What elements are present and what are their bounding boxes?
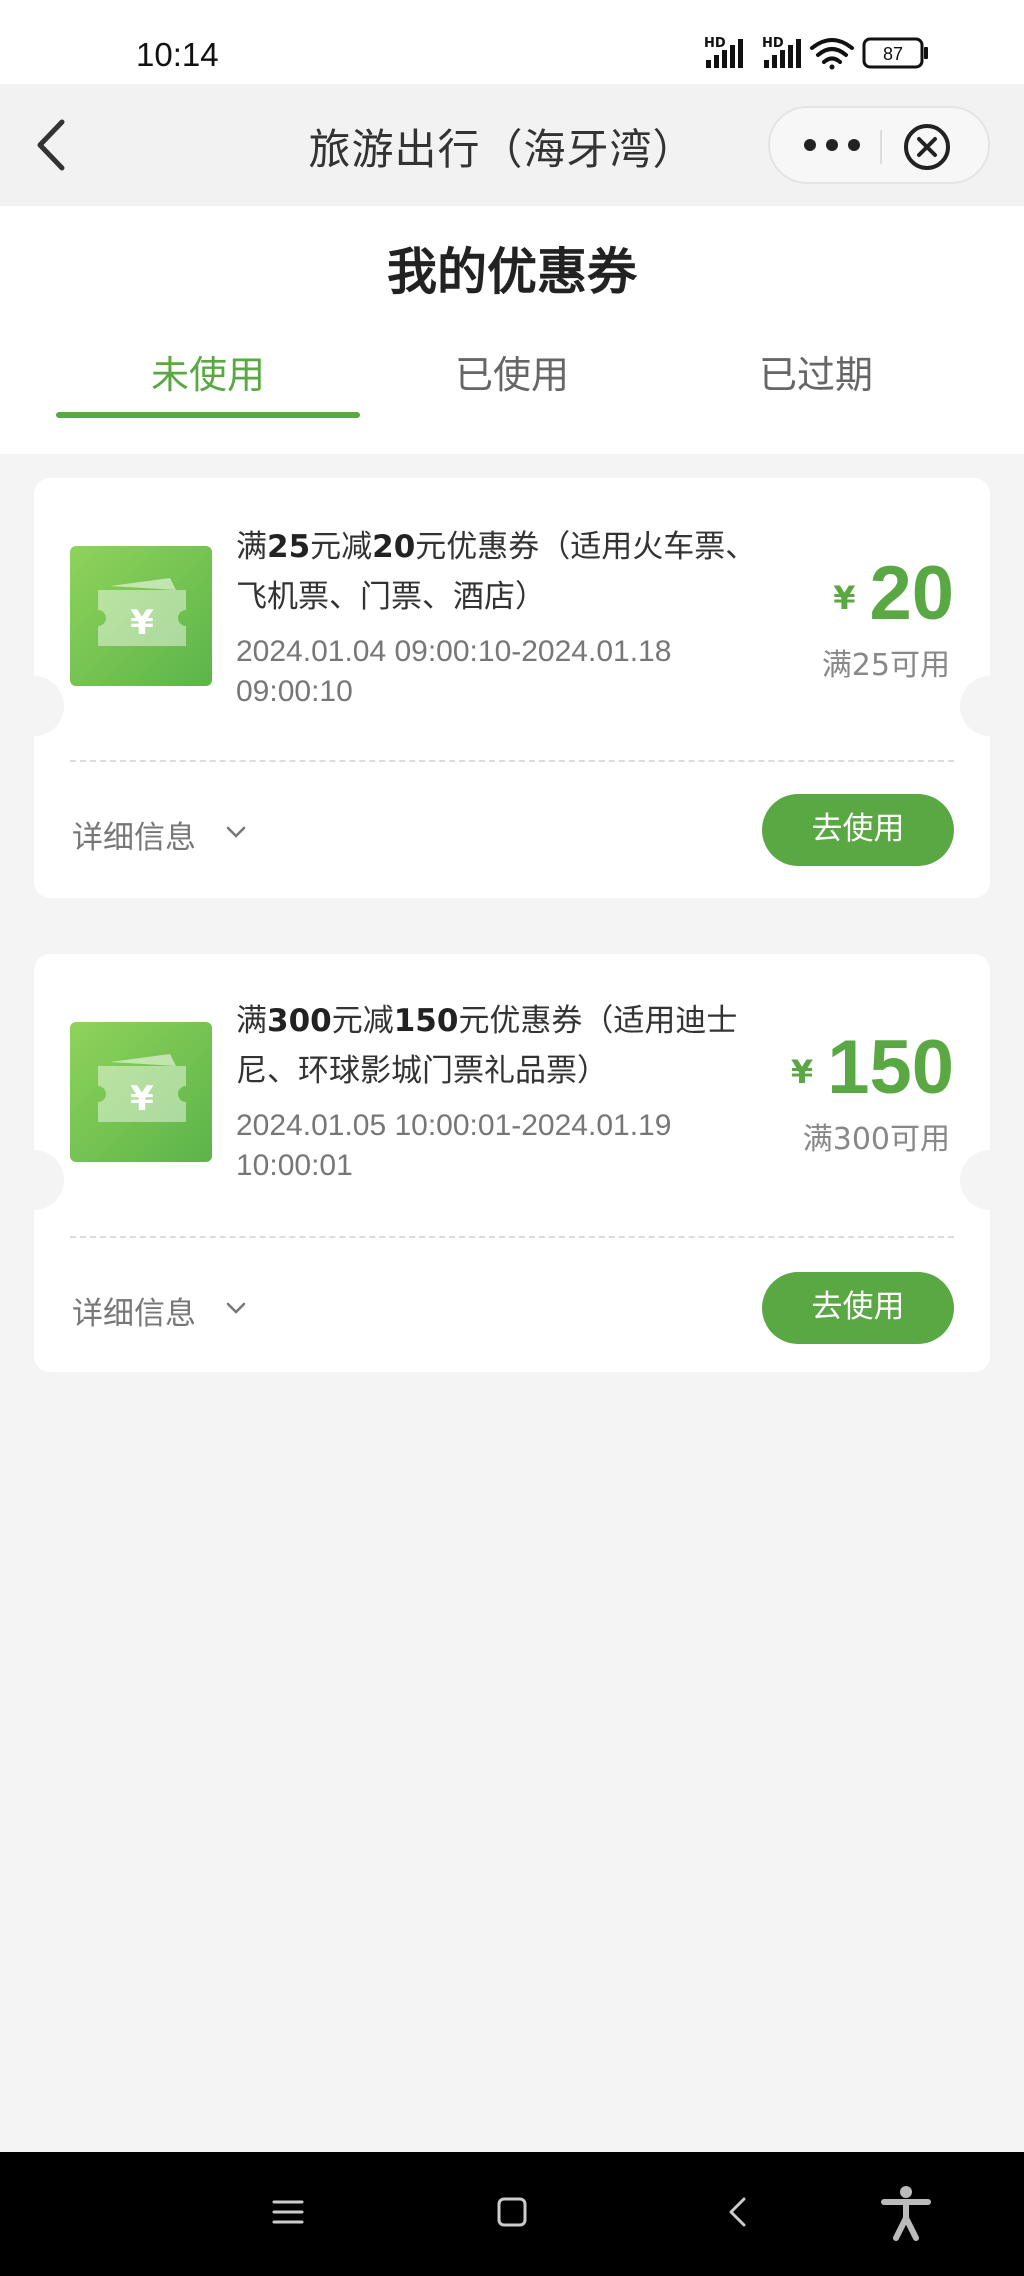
signal-icon-2: HD [762, 36, 801, 68]
signal-icon: HD [704, 36, 743, 68]
capsule-menu [768, 106, 990, 184]
accessibility-icon[interactable] [876, 2182, 936, 2242]
amount-value: 20 [869, 551, 954, 636]
detail-toggle[interactable]: 详细信息 [72, 1288, 246, 1333]
tab-unused[interactable]: 未使用 [56, 344, 360, 399]
circle-close-icon [904, 124, 950, 170]
coupon-validity-line1: 2024.01.04 09:00:10-2024.01.18 [236, 635, 672, 668]
coupon-title-prefix: 满 [236, 529, 267, 565]
coupon-title: 满25元减20元优惠券（适用火车票、飞机票、门票、酒店） [236, 522, 776, 622]
chevron-down-icon [226, 826, 246, 838]
coupon-condition: 满25可用 [821, 648, 950, 683]
use-button[interactable]: 去使用 [762, 794, 954, 866]
coupon-validity-line1: 2024.01.05 10:00:01-2024.01.19 [236, 1109, 672, 1142]
coupon-validity-line2: 10:00:01 [236, 1149, 353, 1182]
page-title: 我的优惠券 [387, 243, 637, 301]
wifi-icon [810, 38, 854, 70]
capsule-divider [880, 130, 882, 164]
more-dots-icon [804, 139, 860, 151]
coupon-divider [70, 760, 954, 762]
signal-label-1: HD [704, 36, 726, 51]
detail-label: 详细信息 [72, 1296, 196, 1332]
coupon-validity: 2024.01.04 09:00:10-2024.01.18 09:00:10 [236, 632, 756, 712]
coupon-discount: 20 [372, 529, 416, 565]
status-icons: HD HD 87 [704, 34, 954, 74]
currency-symbol: ¥ [790, 1053, 814, 1091]
coupon-threshold: 25 [267, 529, 311, 565]
coupon-divider [70, 1236, 954, 1238]
coupon-amount: ¥150 [791, 1024, 954, 1111]
coupon-title-prefix: 满 [236, 1003, 267, 1039]
signal-label-2: HD [762, 36, 784, 51]
menu-icon[interactable] [270, 2194, 306, 2230]
status-bar: 10:14 HD HD 87 [0, 0, 1024, 84]
tab-used[interactable]: 已使用 [360, 344, 664, 399]
coupon-condition: 满300可用 [802, 1122, 950, 1157]
coupon-title-mid: 元减 [331, 1003, 394, 1039]
coupon-notch-right [960, 676, 1020, 736]
more-button[interactable] [792, 125, 872, 165]
coupon-notch-right [960, 1150, 1020, 1210]
back-triangle-icon[interactable] [720, 2194, 756, 2230]
svg-text:¥: ¥ [130, 603, 154, 643]
battery-icon: 87 [862, 37, 928, 69]
svg-text:¥: ¥ [130, 1079, 154, 1119]
amount-value: 150 [827, 1025, 954, 1110]
coupon-validity: 2024.01.05 10:00:01-2024.01.19 10:00:01 [236, 1106, 756, 1186]
detail-toggle[interactable]: 详细信息 [72, 812, 246, 857]
coupon-card: ¥ 满25元减20元优惠券（适用火车票、飞机票、门票、酒店） 2024.01.0… [4, 478, 1020, 898]
close-button[interactable] [900, 120, 954, 174]
tab-expired[interactable]: 已过期 [664, 344, 968, 399]
tab-indicator [56, 412, 360, 418]
currency-symbol: ¥ [833, 579, 856, 617]
coupon-notch-left [4, 1150, 64, 1210]
status-time: 10:14 [136, 36, 219, 73]
home-square-icon[interactable] [494, 2194, 530, 2230]
coupon-wallet-icon: ¥ [70, 1022, 212, 1162]
coupon-threshold: 300 [267, 1003, 332, 1039]
coupon-notch-left [4, 676, 64, 736]
detail-label: 详细信息 [72, 820, 196, 856]
system-nav-bar [0, 2152, 1024, 2276]
nav-bar: 旅游出行（海牙湾） [0, 84, 1024, 206]
coupon-header: 我的优惠券 未使用 已使用 已过期 [0, 206, 1024, 454]
coupon-card: ¥ 满300元减150元优惠券（适用迪士尼、环球影城门票礼品票） 2024.01… [4, 954, 1020, 1372]
coupon-amount: ¥20 [833, 550, 954, 637]
battery-level: 87 [883, 44, 903, 64]
coupon-validity-line2: 09:00:10 [236, 675, 353, 708]
use-button[interactable]: 去使用 [762, 1272, 954, 1344]
coupon-title-mid: 元减 [310, 529, 373, 565]
coupon-discount: 150 [393, 1003, 459, 1039]
coupon-title: 满300元减150元优惠券（适用迪士尼、环球影城门票礼品票） [236, 996, 776, 1096]
chevron-down-icon [226, 1302, 246, 1314]
coupon-wallet-icon: ¥ [70, 546, 212, 686]
